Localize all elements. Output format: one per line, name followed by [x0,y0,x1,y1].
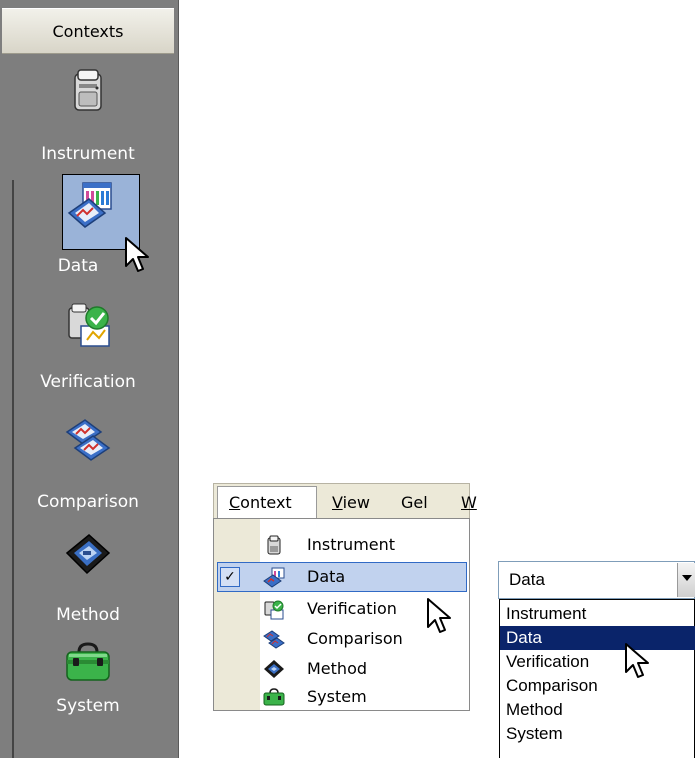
combo-option-method[interactable]: Method [500,698,695,722]
context-item-instrument[interactable]: Instrument [0,60,176,172]
verification-icon [63,300,113,350]
method-icon [63,529,113,579]
context-dropdown-menu: Instrument ✓ Data Verification Compariso… [213,518,470,711]
combo-option-verification[interactable]: Verification [500,650,695,674]
context-label-method: Method [56,605,120,625]
menu-item-system[interactable]: System [214,681,469,713]
instrument-icon [63,66,113,116]
context-label-system: System [56,696,120,716]
chevron-down-icon [682,575,692,581]
combo-option-instrument[interactable]: Instrument [500,602,695,626]
combo-option-comparison[interactable]: Comparison [500,674,695,698]
data-icon [263,566,285,588]
context-label-instrument: Instrument [41,144,135,164]
context-combo-box[interactable]: Data [498,561,695,599]
menu-view[interactable]: View [332,493,370,512]
menu-item-label: Method [307,659,368,678]
menu-window[interactable]: W [461,493,477,512]
context-label-verification: Verification [40,372,136,392]
instrument-icon [263,534,285,556]
context-item-comparison[interactable]: Comparison [0,412,176,524]
combo-option-system[interactable]: System [500,722,695,746]
mouse-pointer-icon [124,236,152,276]
menu-context[interactable]: Context [229,493,292,512]
menu-item-instrument[interactable]: Instrument [214,529,469,561]
combo-dropdown-button[interactable] [677,563,695,597]
context-item-system[interactable]: System [0,636,176,748]
context-label-comparison: Comparison [37,492,139,512]
menu-item-label: System [307,687,367,706]
menu-item-label: Data [307,567,346,586]
method-icon [263,658,285,680]
mouse-pointer-icon [426,597,454,637]
context-item-method[interactable]: Method [0,525,176,637]
menu-item-label: Instrument [307,535,396,554]
contexts-header: Contexts [2,8,174,54]
comparison-icon [263,628,285,650]
menu-bar: Context View Gel W [213,483,477,520]
combo-value: Data [509,570,545,589]
combo-option-data[interactable]: Data [500,626,695,650]
comparison-icon [63,414,113,464]
menu-item-label: Comparison [307,629,403,648]
mouse-pointer-icon [624,642,652,682]
combo-option-list: Instrument Data Verification Comparison … [499,599,695,758]
menu-item-data[interactable]: ✓ Data [214,561,469,593]
data-icon [65,179,115,229]
contexts-header-label: Contexts [52,21,124,41]
contexts-panel: Contexts Instrument Data Verification Co… [0,0,179,758]
verification-icon [263,598,285,620]
system-icon [263,686,285,708]
menu-gel[interactable]: Gel [401,493,428,512]
context-item-verification[interactable]: Verification [0,296,176,408]
system-icon [63,638,113,688]
check-icon: ✓ [220,567,240,587]
menu-item-label: Verification [307,599,397,618]
